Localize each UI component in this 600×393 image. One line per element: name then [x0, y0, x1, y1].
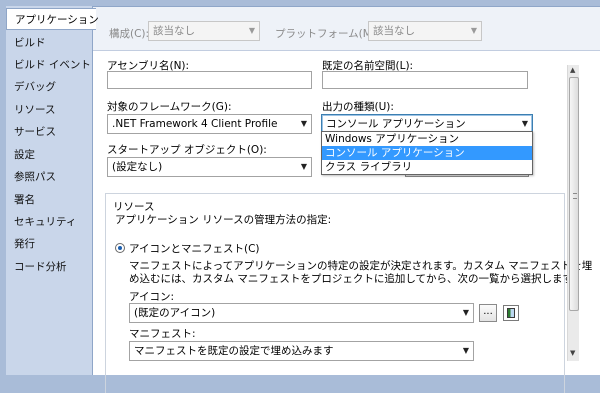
configuration-bar: 構成(C): 該当なし ▼ プラットフォーム(M): 該当なし ▼	[93, 7, 600, 51]
icon-combo[interactable]: (既定のアイコン) ▼	[129, 303, 474, 323]
startup-object-label: スタートアップ オブジェクト(O):	[107, 144, 267, 156]
application-page: 構成(C): 該当なし ▼ プラットフォーム(M): 該当なし ▼ アセンブリ名…	[92, 6, 600, 393]
tab-debug[interactable]: デバッグ	[6, 76, 92, 98]
output-option-windows[interactable]: Windows アプリケーション	[322, 132, 532, 146]
chevron-down-icon: ▼	[462, 346, 469, 355]
assembly-name-input[interactable]	[107, 71, 312, 89]
vertical-scrollbar[interactable]: ▲ ▼	[567, 65, 579, 361]
configuration-label: 構成(C):	[109, 28, 150, 40]
tab-label: サービス	[14, 126, 56, 138]
tab-application[interactable]: アプリケーション	[6, 8, 99, 30]
default-namespace-input[interactable]	[322, 71, 528, 89]
tab-settings[interactable]: 設定	[6, 144, 92, 166]
scrollbar-thumb[interactable]	[569, 77, 579, 311]
grip-icon	[573, 193, 577, 199]
tab-label: デバッグ	[14, 81, 56, 93]
tab-publish[interactable]: 発行	[6, 233, 92, 255]
tab-label: セキュリティ	[14, 216, 77, 228]
icon-manifest-radio[interactable]	[115, 243, 125, 253]
tab-build-events[interactable]: ビルド イベント	[6, 54, 92, 76]
tab-code-analysis[interactable]: コード分析	[6, 256, 92, 278]
icon-preview	[503, 305, 519, 321]
startup-object-combo[interactable]: (設定なし) ▼	[107, 157, 312, 177]
chevron-down-icon: ▼	[470, 26, 477, 35]
platform-label: プラットフォーム(M):	[275, 28, 380, 40]
icon-manifest-label: アイコンとマニフェスト(C)	[129, 243, 260, 255]
output-type-dropdown: Windows アプリケーション コンソール アプリケーション クラス ライブラ…	[321, 131, 533, 175]
output-type-label: 出力の種類(U):	[322, 101, 394, 113]
chevron-down-icon: ▼	[462, 308, 469, 317]
target-framework-label: 対象のフレームワーク(G):	[107, 101, 232, 113]
tab-build[interactable]: ビルド	[6, 32, 92, 54]
output-option-class-library[interactable]: クラス ライブラリ	[322, 160, 532, 174]
manifest-combo[interactable]: マニフェストを既定の設定で埋め込みます ▼	[129, 341, 474, 361]
tab-signing[interactable]: 署名	[6, 189, 92, 211]
tab-label: 発行	[14, 238, 35, 250]
icon-value: (既定のアイコン)	[134, 307, 216, 319]
manifest-value: マニフェストを既定の設定で埋め込みます	[134, 345, 334, 357]
tab-label: リソース	[14, 104, 56, 116]
target-framework-value: .NET Framework 4 Client Profile	[112, 118, 278, 130]
configuration-value: 該当なし	[153, 25, 195, 37]
manifest-label: マニフェスト:	[129, 328, 196, 340]
platform-value: 該当なし	[373, 25, 415, 37]
tab-security[interactable]: セキュリティ	[6, 211, 92, 233]
tab-resources[interactable]: リソース	[6, 99, 92, 121]
tab-label: 署名	[14, 194, 35, 206]
project-properties-window: アプリケーション ビルド ビルド イベント デバッグ リソース サービス 設定 …	[0, 0, 600, 393]
platform-combo[interactable]: 該当なし ▼	[368, 21, 482, 41]
browse-icon-button[interactable]: ...	[479, 304, 497, 322]
tab-label: ビルド	[14, 37, 46, 49]
chevron-down-icon: ▼	[300, 119, 307, 128]
tab-reference-paths[interactable]: 参照パス	[6, 166, 92, 188]
chevron-down-icon: ▼	[248, 26, 255, 35]
chevron-down-icon: ▼	[300, 162, 307, 171]
tab-label: コード分析	[14, 261, 67, 273]
startup-object-value: (設定なし)	[112, 161, 163, 173]
radio-selected-dot	[118, 246, 122, 250]
tab-label: 参照パス	[14, 171, 56, 183]
scroll-up-icon[interactable]: ▲	[570, 66, 575, 74]
manifest-description-line-2: め込むには、カスタム マニフェストをプロジェクトに追加してから、次の一覧から選択…	[129, 273, 583, 285]
output-option-console[interactable]: コンソール アプリケーション	[322, 146, 532, 160]
tab-services[interactable]: サービス	[6, 121, 92, 143]
tab-label: アプリケーション	[15, 14, 99, 26]
scroll-down-icon[interactable]: ▼	[570, 349, 575, 357]
configuration-combo[interactable]: 該当なし ▼	[148, 21, 260, 41]
tab-label: ビルド イベント	[14, 59, 91, 71]
target-framework-combo[interactable]: .NET Framework 4 Client Profile ▼	[107, 114, 312, 134]
output-type-value: コンソール アプリケーション	[326, 118, 466, 130]
tab-label: 設定	[14, 149, 35, 161]
icon-label: アイコン:	[129, 291, 175, 303]
resources-description: アプリケーション リソースの管理方法の指定:	[115, 214, 332, 226]
app-icon	[507, 308, 515, 318]
